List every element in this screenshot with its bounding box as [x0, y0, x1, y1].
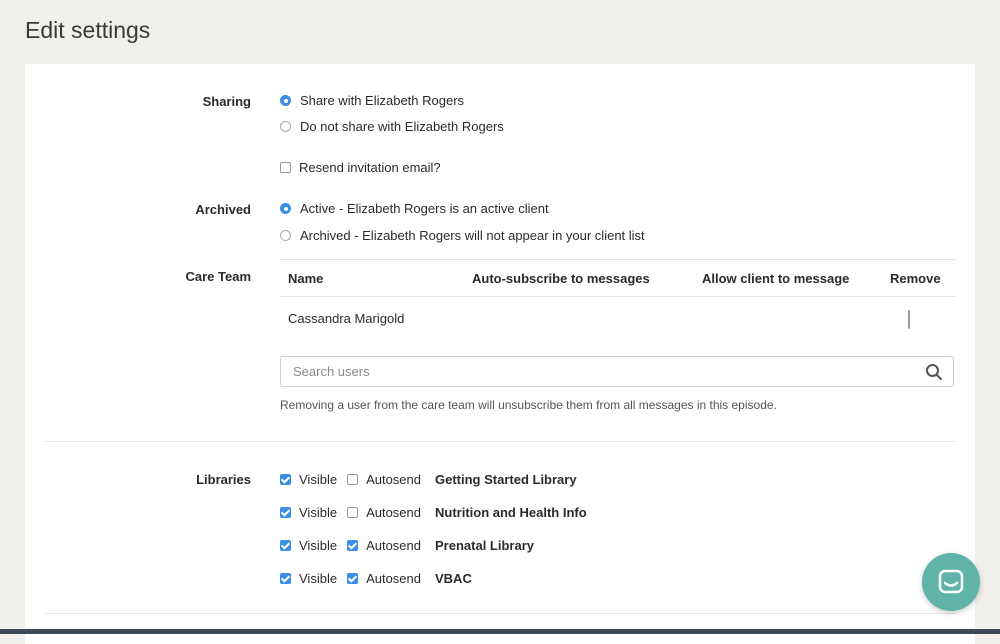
section-divider [45, 613, 955, 614]
share-option-label: Share with Elizabeth Rogers [300, 93, 465, 108]
visible-checkbox[interactable] [280, 573, 291, 584]
settings-card: Sharing Share with Elizabeth Rogers Do n… [25, 64, 975, 644]
library-name: Getting Started Library [435, 472, 577, 487]
visible-checkbox[interactable] [280, 474, 291, 485]
resend-invitation-checkbox[interactable] [280, 162, 291, 173]
autosend-label: Autosend [366, 472, 421, 487]
page-title: Edit settings [25, 17, 151, 43]
column-header-name: Name [288, 271, 324, 286]
libraries-label: Libraries [196, 472, 251, 487]
autosend-checkbox[interactable] [347, 474, 359, 485]
share-option[interactable]: Share with Elizabeth Rogers [280, 93, 464, 108]
share-radio[interactable] [280, 95, 291, 106]
library-name: Nutrition and Health Info [435, 505, 587, 520]
visible-label: Visible [299, 571, 338, 586]
search-users-box [280, 356, 954, 387]
active-option-label: Active - Elizabeth Rogers is an active c… [300, 201, 549, 216]
library-row: Visible Autosend Prenatal Library [280, 538, 534, 553]
autosend-checkbox[interactable] [347, 540, 359, 551]
do-not-share-option-label: Do not share with Elizabeth Rogers [300, 119, 504, 134]
visible-label: Visible [299, 505, 338, 520]
visible-label: Visible [299, 472, 338, 487]
autosend-checkbox[interactable] [347, 507, 359, 518]
visible-label: Visible [299, 538, 338, 553]
column-header-remove: Remove [890, 271, 941, 286]
care-team-table-header: Name Auto-subscribe to messages Allow cl… [280, 259, 955, 297]
chat-icon [938, 569, 964, 594]
section-divider [45, 441, 955, 442]
autosend-checkbox[interactable] [347, 573, 359, 584]
sharing-label: Sharing [202, 94, 251, 109]
care-team-label: Care Team [185, 269, 251, 284]
active-radio[interactable] [280, 203, 291, 214]
care-team-table: Name Auto-subscribe to messages Allow cl… [280, 259, 955, 333]
column-header-allow-message: Allow client to message [702, 271, 850, 286]
search-icon[interactable] [925, 363, 943, 381]
bottom-bar [0, 629, 1000, 634]
member-name: Cassandra Marigold [288, 311, 405, 326]
archived-option[interactable]: Archived - Elizabeth Rogers will not app… [280, 228, 645, 243]
resend-invitation-option[interactable]: Resend invitation email? [280, 160, 441, 175]
search-users-input[interactable] [281, 357, 893, 386]
archived-label: Archived [195, 202, 251, 217]
autosend-label: Autosend [366, 538, 421, 553]
archived-option-label: Archived - Elizabeth Rogers will not app… [300, 228, 645, 243]
visible-checkbox[interactable] [280, 507, 291, 518]
library-row: Visible Autosend Nutrition and Health In… [280, 505, 587, 520]
remove-member-checkbox[interactable] [908, 310, 910, 329]
chat-launcher-button[interactable] [922, 553, 980, 611]
library-name: Prenatal Library [435, 538, 534, 553]
autosend-label: Autosend [366, 505, 421, 520]
library-row: Visible Autosend Getting Started Library [280, 472, 577, 487]
care-team-note: Removing a user from the care team will … [280, 398, 777, 412]
visible-checkbox[interactable] [280, 540, 291, 551]
autosend-label: Autosend [366, 571, 421, 586]
archived-radio[interactable] [280, 230, 291, 241]
library-name: VBAC [435, 571, 472, 586]
library-row: Visible Autosend VBAC [280, 571, 472, 586]
resend-invitation-label: Resend invitation email? [299, 160, 441, 175]
column-header-auto-subscribe: Auto-subscribe to messages [472, 271, 650, 286]
table-row: Cassandra Marigold [280, 297, 955, 333]
do-not-share-radio[interactable] [280, 121, 291, 132]
do-not-share-option[interactable]: Do not share with Elizabeth Rogers [280, 119, 504, 134]
active-option[interactable]: Active - Elizabeth Rogers is an active c… [280, 201, 549, 216]
